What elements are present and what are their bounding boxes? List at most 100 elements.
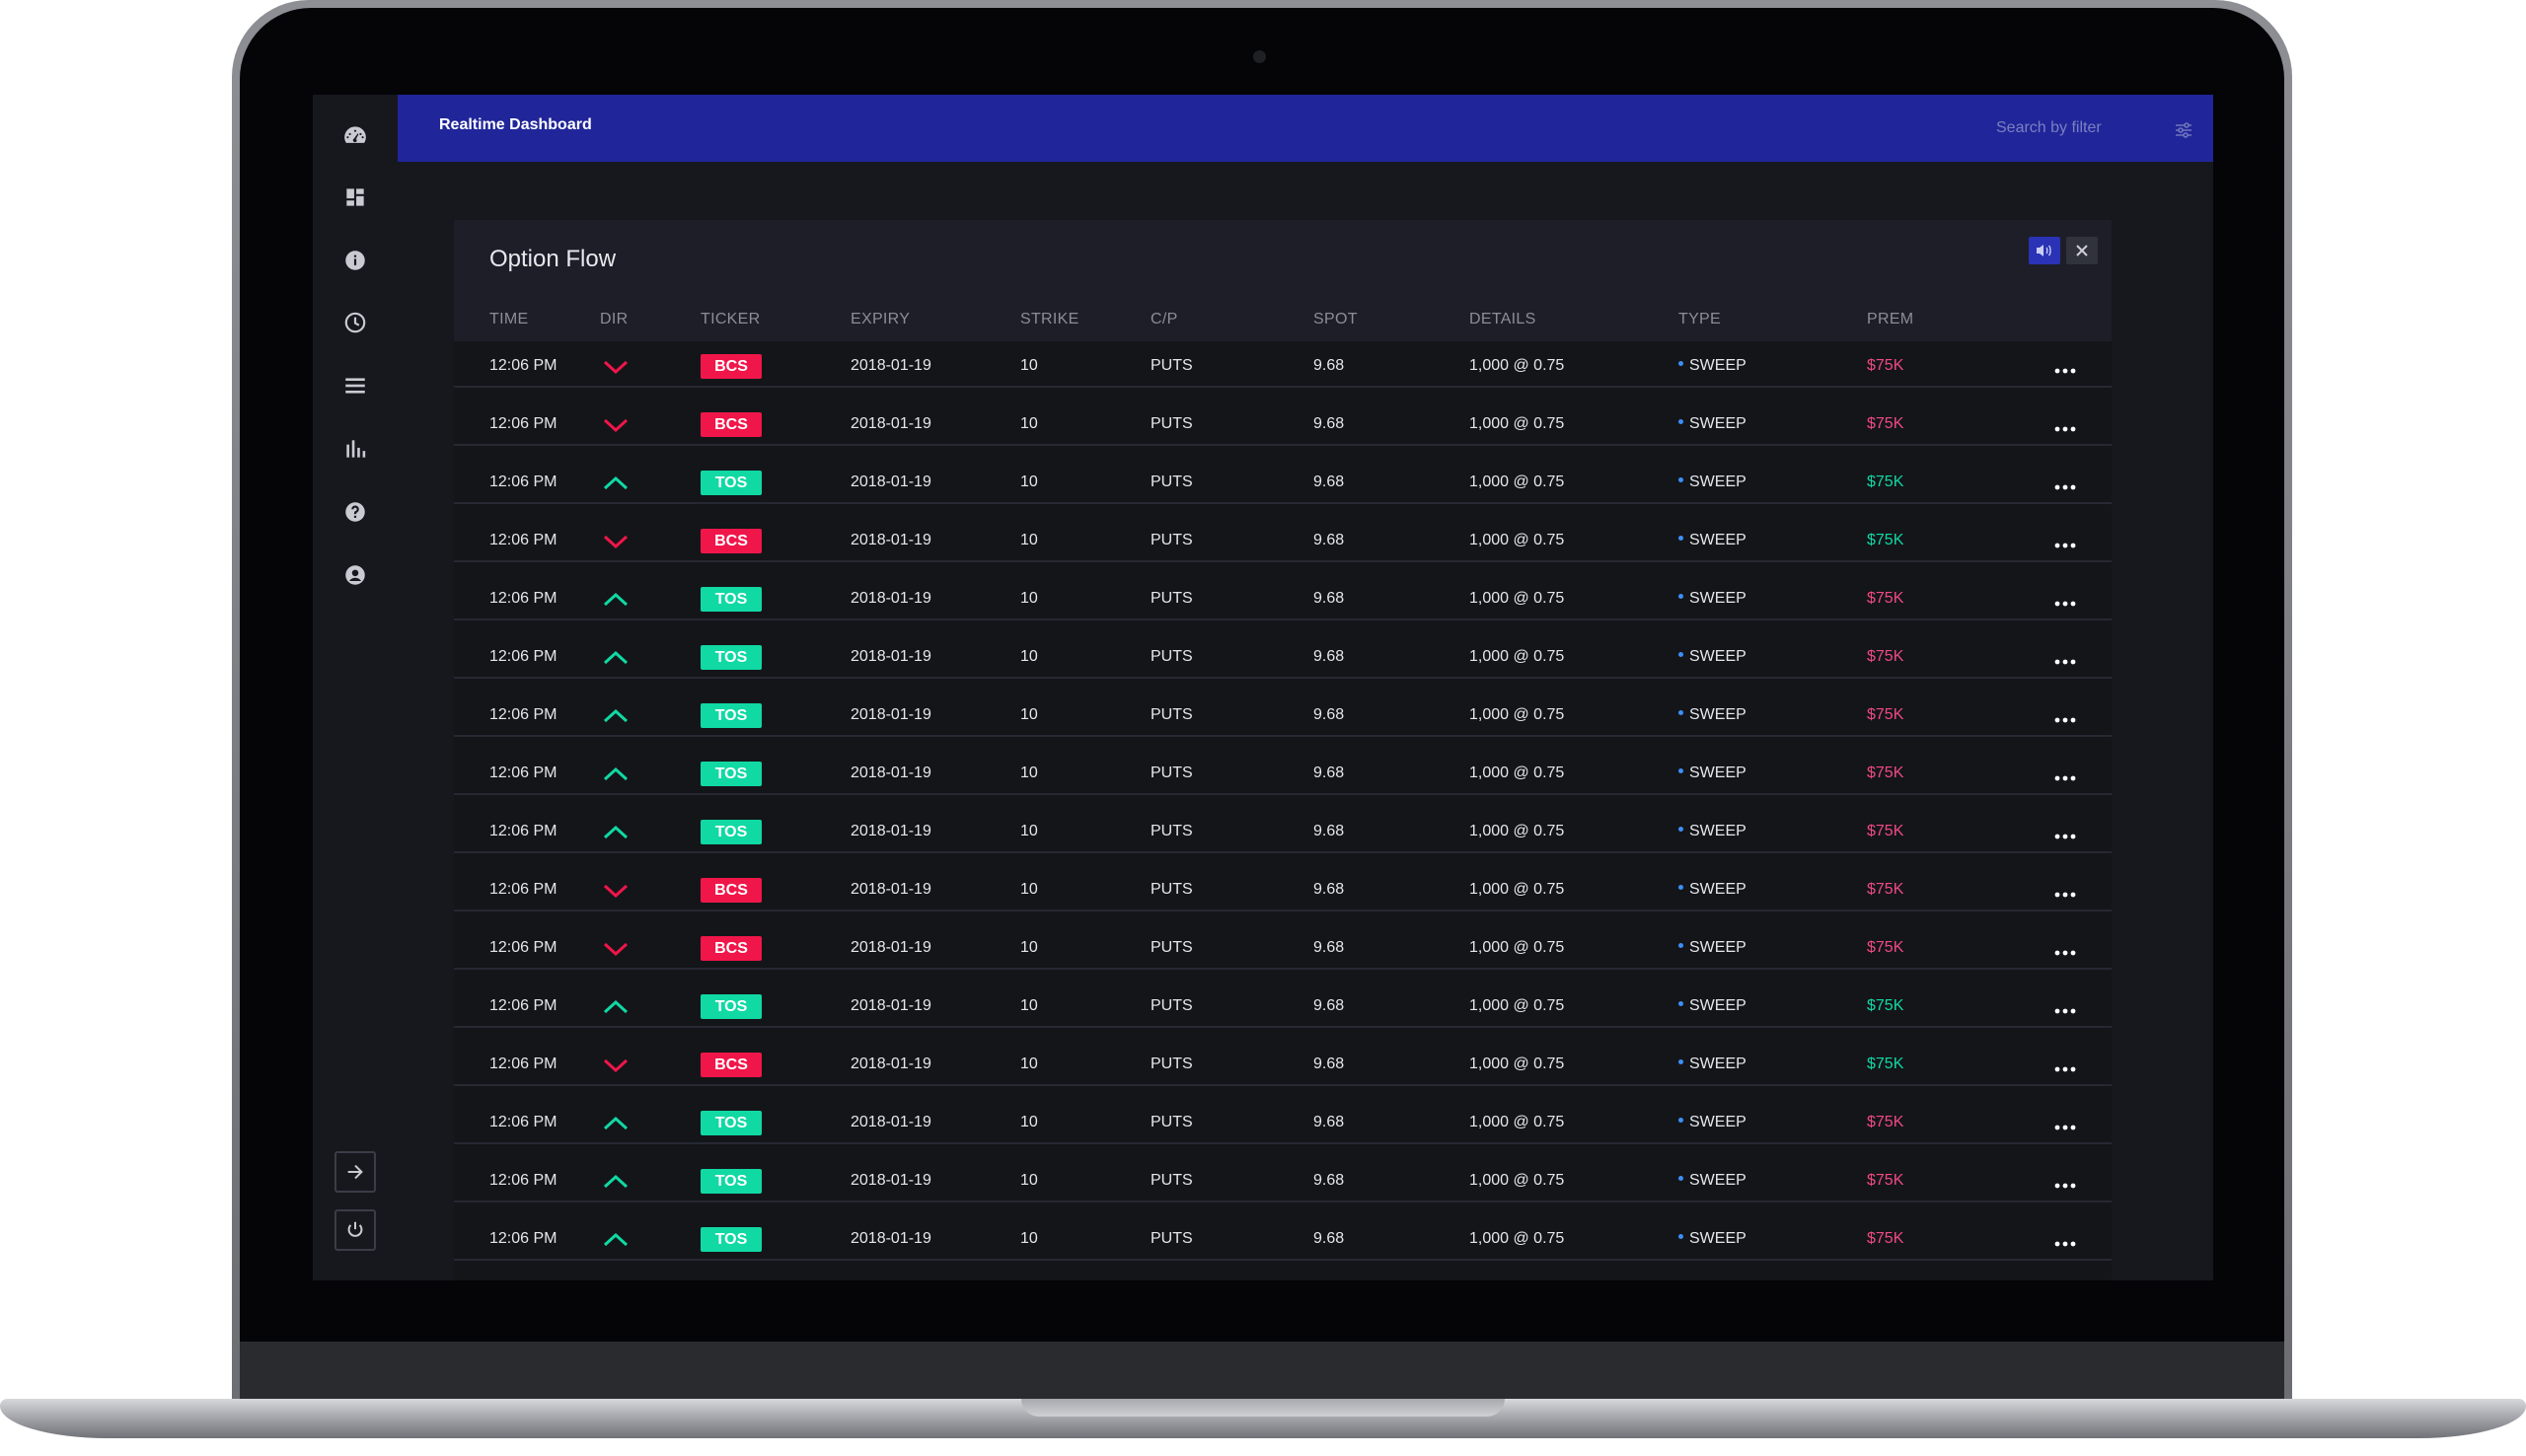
ticker-badge[interactable]: TOS <box>701 1111 762 1135</box>
column-header-ticker[interactable]: TICKER <box>701 311 760 328</box>
more-options-icon[interactable] <box>2054 426 2076 432</box>
table-row[interactable]: 12:06 PM TOS 2018-01-19 10 PUTS 9.68 1,000 @ 0… <box>454 446 2112 504</box>
ticker-badge[interactable]: TOS <box>701 994 762 1019</box>
type-dot-icon <box>1678 768 1683 774</box>
ticker-badge[interactable]: TOS <box>701 1169 762 1194</box>
table-row[interactable]: 12:06 PM TOS 2018-01-19 10 PUTS 9.68 1,000 @ 0… <box>454 795 2112 853</box>
column-header-cp[interactable]: C/P <box>1151 311 1178 328</box>
column-header-prem[interactable]: PREM <box>1867 311 1913 328</box>
list-icon[interactable] <box>338 369 372 402</box>
arrow-up-icon <box>603 708 629 723</box>
table-row[interactable]: 12:06 PM BCS 2018-01-19 10 PUTS 9.68 1,000 @ 0… <box>454 1028 2112 1086</box>
cp-cell: PUTS <box>1151 1172 1193 1189</box>
more-options-icon[interactable] <box>2054 484 2076 490</box>
type-cell: SWEEP <box>1678 997 1746 1015</box>
column-header-type[interactable]: TYPE <box>1678 311 1721 328</box>
ticker-badge[interactable]: BCS <box>701 412 762 437</box>
sound-toggle-button[interactable] <box>2029 237 2060 264</box>
more-options-icon[interactable] <box>2054 543 2076 548</box>
type-label: SWEEP <box>1689 1230 1746 1247</box>
table-row[interactable]: 12:06 PM TOS 2018-01-19 10 PUTS 9.68 1,000 @ 0… <box>454 970 2112 1028</box>
table-row[interactable]: 12:06 PM TOS 2018-01-19 10 PUTS 9.68 1,000 @ 0… <box>454 1086 2112 1144</box>
more-options-icon[interactable] <box>2054 659 2076 665</box>
ticker-badge[interactable]: TOS <box>701 820 762 844</box>
ticker-badge[interactable]: TOS <box>701 762 762 786</box>
column-header-details[interactable]: DETAILS <box>1469 311 1536 328</box>
more-options-icon[interactable] <box>2054 368 2076 374</box>
ticker-badge[interactable]: TOS <box>701 645 762 670</box>
more-options-icon[interactable] <box>2054 950 2076 956</box>
time-cell: 12:06 PM <box>489 415 557 432</box>
type-cell: SWEEP <box>1678 706 1746 724</box>
account-icon[interactable] <box>338 558 372 592</box>
details-cell: 1,000 @ 0.75 <box>1469 473 1565 490</box>
logout-button[interactable] <box>334 1209 376 1251</box>
ticker-badge[interactable]: BCS <box>701 529 762 553</box>
table-row[interactable]: 12:06 PM TOS 2018-01-19 10 PUTS 9.68 1,000 @ 0… <box>454 737 2112 795</box>
table-row[interactable]: 12:06 PM TOS 2018-01-19 10 PUTS 9.68 1,000 @ 0… <box>454 679 2112 737</box>
bar-chart-icon[interactable] <box>338 432 372 466</box>
more-options-icon[interactable] <box>2054 892 2076 898</box>
more-options-icon[interactable] <box>2054 1183 2076 1189</box>
strike-cell: 10 <box>1020 997 1038 1014</box>
more-options-icon[interactable] <box>2054 1008 2076 1014</box>
more-options-icon[interactable] <box>2054 1066 2076 1072</box>
close-panel-button[interactable] <box>2066 237 2098 264</box>
table-row[interactable]: 12:06 PM BCS 2018-01-19 10 PUTS 9.68 1,000 @ 0… <box>454 504 2112 562</box>
table-row[interactable]: 12:06 PM BCS 2018-01-19 10 PUTS 9.68 1,000 @ 0… <box>454 329 2112 388</box>
filter-settings-icon[interactable] <box>2174 120 2193 140</box>
expiry-cell: 2018-01-19 <box>851 939 931 956</box>
clock-icon[interactable] <box>338 306 372 339</box>
speedometer-icon[interactable] <box>338 118 372 152</box>
time-cell: 12:06 PM <box>489 939 557 956</box>
time-cell: 12:06 PM <box>489 823 557 839</box>
table-row[interactable]: 12:06 PM TOS 2018-01-19 10 PUTS 9.68 1,000 @ 0… <box>454 620 2112 679</box>
more-options-icon[interactable] <box>2054 1125 2076 1130</box>
column-header-strike[interactable]: STRIKE <box>1020 311 1079 328</box>
column-header-time[interactable]: TIME <box>489 311 528 328</box>
ticker-badge[interactable]: BCS <box>701 354 762 379</box>
more-options-icon[interactable] <box>2054 1241 2076 1247</box>
table-row[interactable]: 12:06 PM BCS 2018-01-19 10 PUTS 9.68 1,000 @ 0… <box>454 388 2112 446</box>
info-icon[interactable] <box>338 244 372 277</box>
expand-sidebar-button[interactable] <box>334 1151 376 1193</box>
details-cell: 1,000 @ 0.75 <box>1469 1056 1565 1072</box>
more-options-icon[interactable] <box>2054 775 2076 781</box>
details-cell: 1,000 @ 0.75 <box>1469 823 1565 839</box>
grid-icon[interactable] <box>338 181 372 214</box>
arrow-down-icon <box>603 1058 629 1073</box>
cp-cell: PUTS <box>1151 881 1193 898</box>
table-row[interactable]: 12:06 PM BCS 2018-01-19 10 PUTS 9.68 1,000 @ 0… <box>454 911 2112 970</box>
ticker-badge[interactable]: BCS <box>701 936 762 961</box>
speaker-icon <box>2037 245 2051 256</box>
cp-cell: PUTS <box>1151 1056 1193 1072</box>
table-row[interactable]: 12:06 PM TOS 2018-01-19 10 PUTS 9.68 1,000 @ 0… <box>454 1144 2112 1202</box>
spot-cell: 9.68 <box>1313 1172 1345 1189</box>
spot-cell: 9.68 <box>1313 532 1345 548</box>
more-options-icon[interactable] <box>2054 834 2076 839</box>
more-options-icon[interactable] <box>2054 717 2076 723</box>
more-options-icon[interactable] <box>2054 601 2076 607</box>
strike-cell: 10 <box>1020 532 1038 548</box>
ticker-badge[interactable]: BCS <box>701 878 762 903</box>
type-cell: SWEEP <box>1678 532 1746 549</box>
spot-cell: 9.68 <box>1313 764 1345 781</box>
column-header-dir[interactable]: DIR <box>600 311 628 328</box>
ticker-badge[interactable]: TOS <box>701 1227 762 1252</box>
table-row[interactable]: 12:06 PM TOS 2018-01-19 10 PUTS 9.68 1,000 @ 0… <box>454 562 2112 620</box>
search-input[interactable] <box>1996 114 2154 142</box>
ticker-badge[interactable]: TOS <box>701 587 762 612</box>
ticker-badge[interactable]: BCS <box>701 1053 762 1077</box>
type-dot-icon <box>1678 594 1683 600</box>
prem-cell: $75K <box>1867 1230 1904 1247</box>
table-row[interactable]: 12:06 PM TOS 2018-01-19 10 PUTS 9.68 1,000 @ 0… <box>454 1202 2112 1261</box>
ticker-badge[interactable]: TOS <box>701 471 762 495</box>
column-header-expiry[interactable]: EXPIRY <box>851 311 910 328</box>
details-cell: 1,000 @ 0.75 <box>1469 1114 1565 1130</box>
ticker-badge[interactable]: TOS <box>701 703 762 728</box>
cp-cell: PUTS <box>1151 532 1193 548</box>
table-row[interactable]: 12:06 PM BCS 2018-01-19 10 PUTS 9.68 1,000 @ 0… <box>454 853 2112 911</box>
column-header-spot[interactable]: SPOT <box>1313 311 1358 328</box>
strike-cell: 10 <box>1020 764 1038 781</box>
help-icon[interactable] <box>338 495 372 529</box>
